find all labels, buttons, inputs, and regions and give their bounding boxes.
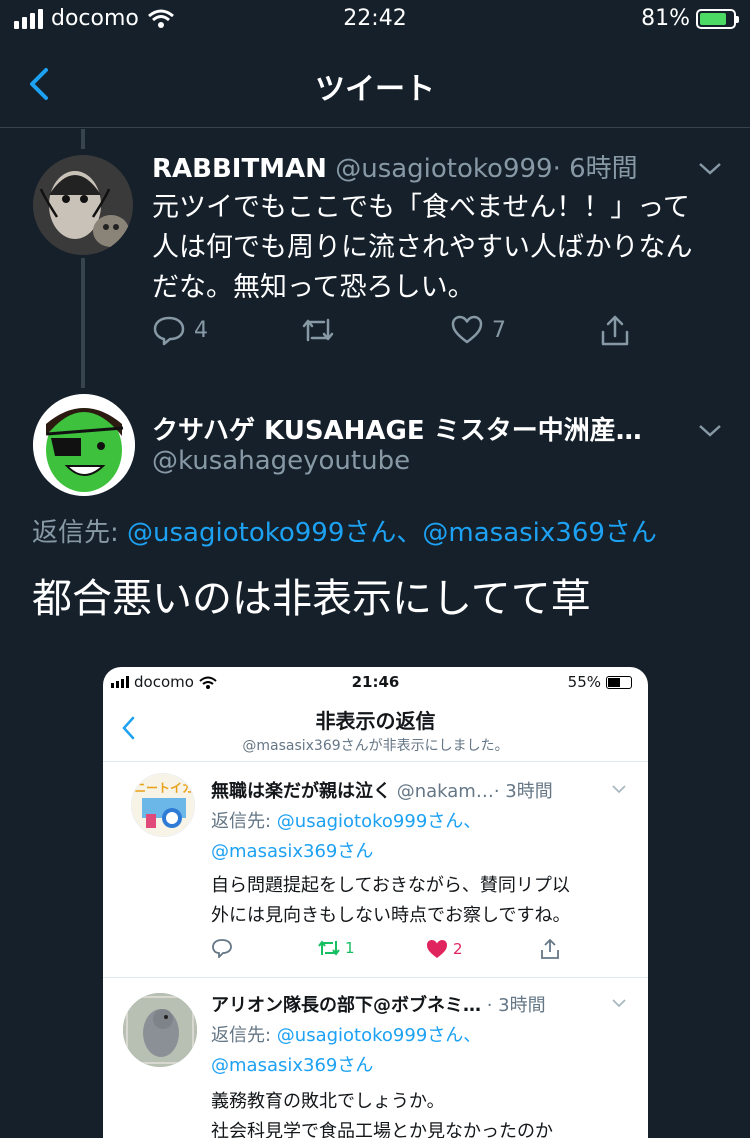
reply-actions: 1 2 [211, 938, 631, 964]
image-status-bar: docomo 21:46 55% [103, 673, 648, 697]
reply-count: 4 [194, 317, 208, 343]
author-name[interactable]: クサハゲ KUSAHAGE ミスター中洲産… [152, 410, 642, 447]
like-count: 7 [492, 317, 506, 343]
chevron-down-icon [612, 999, 626, 1008]
reply-button[interactable]: 4 [152, 314, 208, 346]
retweet-icon: 1 [317, 938, 355, 958]
share-button[interactable] [598, 314, 632, 348]
thread-line-top [81, 129, 85, 149]
author-handle[interactable]: @usagiotoko999 [335, 154, 552, 184]
replying-to-cont: @masasix369さん [211, 1055, 374, 1076]
heart-icon: 2 [425, 938, 463, 960]
avatar [123, 993, 197, 1067]
reply-text: 義務教育の敗北でしょうか。 社会科見学で食品工場とか見なかったのか [211, 1091, 553, 1138]
reply-icon [211, 938, 233, 958]
retweet-button[interactable] [300, 314, 336, 346]
chevron-down-icon[interactable] [696, 420, 724, 440]
avatar[interactable] [33, 394, 135, 496]
heart-icon [451, 315, 483, 344]
tweet-actions: 4 7 [152, 314, 652, 354]
thread-line [81, 258, 85, 388]
replying-to: 返信先: @usagiotoko999さん、 [211, 811, 482, 832]
navigation-bar: ツイート [0, 40, 750, 128]
avatar[interactable] [33, 155, 133, 255]
reply-text: 自ら問題提起をしておきながら、賛同リプ以 外には見向きもしない時点でお察しですね… [211, 875, 571, 926]
author-name[interactable]: RABBITMAN [152, 154, 327, 184]
tweet-time: · 6時間 [552, 154, 638, 184]
battery-icon [606, 675, 632, 689]
battery-icon [696, 8, 739, 29]
page-title: ツイート [315, 72, 435, 107]
replying-to: 返信先: @usagiotoko999さん、 [211, 1025, 482, 1046]
clock: 22:42 [343, 6, 407, 31]
share-icon [601, 315, 629, 346]
author-handle[interactable]: @kusahageyoutube [152, 446, 410, 476]
replying-to: 返信先: @usagiotoko999さん、@masasix369さん [32, 518, 657, 548]
tweet-header: RABBITMAN @usagiotoko999· 6時間 [152, 148, 638, 185]
tweet-text: 元ツイでもここでも「食べません！！」って 人は何でも周りに流されやすい人ばかりな… [152, 192, 693, 303]
mention-links[interactable]: @usagiotoko999さん、@masasix369さん [127, 518, 657, 548]
image-page-subtitle: @masasix369さんが非表示にしました。 [242, 738, 509, 754]
share-icon [539, 938, 561, 960]
attached-image[interactable]: docomo 21:46 55% 非表示の返信 @masasix369さんが非表… [103, 667, 648, 1138]
replying-to-cont: @masasix369さん [211, 841, 374, 862]
retweet-icon [302, 318, 334, 342]
reply-header: 無職は楽だが親は泣く @nakam…· 3時間 [211, 781, 553, 802]
svg-text:ニートイカ: ニートイカ [134, 781, 194, 795]
battery-percent: 81% [641, 6, 690, 31]
divider [103, 977, 648, 978]
tweet-text: 都合悪いのは非表示にしてて草 [32, 576, 591, 622]
reply-icon [153, 316, 185, 346]
image-page-title: 非表示の返信 [315, 709, 436, 733]
avatar: ニートイカ [131, 773, 195, 837]
like-button[interactable]: 7 [450, 314, 506, 346]
chevron-down-icon[interactable] [696, 158, 724, 178]
status-bar: docomo 22:42 81% [0, 0, 750, 40]
chevron-down-icon [612, 785, 626, 794]
reply-header: アリオン隊長の部下@ボブネミ… · 3時間 [211, 995, 546, 1016]
divider [103, 761, 648, 762]
